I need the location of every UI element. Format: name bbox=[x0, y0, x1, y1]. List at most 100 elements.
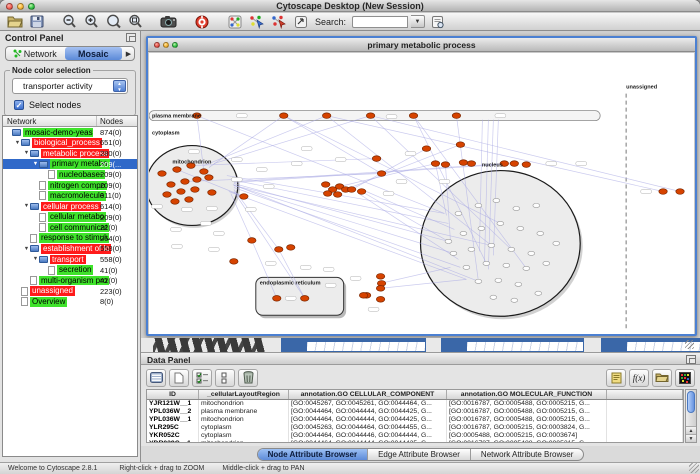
float-panel-icon[interactable] bbox=[686, 355, 696, 364]
network-edge[interactable] bbox=[284, 116, 501, 224]
network-node[interactable] bbox=[181, 179, 189, 185]
tree-item[interactable]: unassigned223(0) bbox=[3, 286, 137, 297]
tree-item[interactable]: ▼cellular process614(0) bbox=[3, 201, 137, 212]
tree-item[interactable]: Overview8(0) bbox=[3, 297, 137, 308]
network-node[interactable] bbox=[495, 278, 502, 282]
network-node[interactable] bbox=[460, 231, 467, 235]
network-node[interactable] bbox=[535, 291, 542, 295]
network-node[interactable] bbox=[468, 247, 475, 251]
network-node[interactable] bbox=[158, 171, 166, 177]
open-folder-icon[interactable] bbox=[5, 14, 24, 30]
network-node[interactable] bbox=[659, 189, 667, 195]
help-lifesaver-icon[interactable] bbox=[192, 14, 211, 30]
import-attributes-icon[interactable] bbox=[652, 369, 672, 387]
network-node[interactable] bbox=[321, 182, 329, 188]
tree-item[interactable]: ▼establishment of lo558(0) bbox=[3, 244, 137, 255]
network-node[interactable] bbox=[376, 274, 384, 280]
network-node[interactable] bbox=[455, 211, 462, 215]
network-node[interactable] bbox=[422, 146, 430, 152]
network-node[interactable] bbox=[173, 167, 181, 173]
tab-network-attribute-browser[interactable]: Network Attribute Browser bbox=[471, 449, 583, 460]
network-node[interactable] bbox=[553, 241, 560, 245]
table-row[interactable]: YDR039C__1mitochondrion[GO:0044464, GO:0… bbox=[147, 440, 683, 443]
network-node[interactable] bbox=[676, 189, 684, 195]
tree-item[interactable]: cell communicat22(0) bbox=[3, 222, 137, 233]
network-node[interactable] bbox=[177, 189, 185, 195]
network-node[interactable] bbox=[488, 243, 495, 247]
network-canvas-area[interactable]: plasma membranecytoplasmmitochondrionnuc… bbox=[149, 53, 694, 334]
network-node[interactable] bbox=[511, 298, 518, 302]
network-node[interactable] bbox=[456, 142, 464, 148]
table-scrollbar[interactable]: ▲ ▼ bbox=[685, 389, 697, 443]
search-input[interactable] bbox=[352, 16, 408, 28]
network-node[interactable] bbox=[171, 199, 179, 205]
network-node[interactable] bbox=[230, 259, 238, 265]
color-attribute-dropdown[interactable]: transporter activity ▲▼ bbox=[12, 78, 128, 94]
network-node[interactable] bbox=[510, 161, 518, 167]
tree-item[interactable]: ▼metabolic process280(0) bbox=[3, 148, 137, 159]
attribute-table[interactable]: ID_cellularLayoutRegionannotation.GO CEL… bbox=[146, 389, 684, 443]
network-edge[interactable] bbox=[204, 116, 327, 166]
network-node[interactable] bbox=[287, 245, 295, 251]
zoom-in-icon[interactable] bbox=[82, 14, 101, 30]
network-node[interactable] bbox=[240, 194, 248, 200]
window-resize-grip[interactable] bbox=[685, 340, 694, 349]
unselect-attributes-icon[interactable] bbox=[215, 369, 235, 387]
network-node[interactable] bbox=[490, 295, 497, 299]
network-node[interactable] bbox=[185, 197, 193, 203]
network-node[interactable] bbox=[191, 187, 199, 193]
delete-attribute-icon[interactable] bbox=[238, 369, 258, 387]
table-row[interactable]: YLR295Ccytoplasm[GO:0045263, GO:0044464,… bbox=[147, 424, 683, 432]
network-node[interactable] bbox=[493, 198, 500, 202]
network-node[interactable] bbox=[333, 192, 341, 198]
search-options-icon[interactable] bbox=[428, 14, 447, 30]
network-edge[interactable] bbox=[231, 194, 252, 241]
network-node[interactable] bbox=[478, 226, 485, 230]
tree-item[interactable]: nitrogen compo209(0) bbox=[3, 180, 137, 191]
network-canvas[interactable]: plasma membranecytoplasmmitochondrionnuc… bbox=[149, 53, 694, 334]
network-node[interactable] bbox=[515, 282, 522, 286]
more-tabs-arrow[interactable]: ▶ bbox=[123, 50, 134, 58]
new-attribute-icon[interactable] bbox=[169, 369, 189, 387]
network-node[interactable] bbox=[208, 190, 216, 196]
vizmapper-document-icon[interactable] bbox=[291, 14, 310, 30]
tree-item[interactable]: nucleobase-209(0) bbox=[3, 169, 137, 180]
float-panel-icon[interactable] bbox=[126, 33, 136, 42]
column-header[interactable]: annotation.GO MOLECULAR_FUNCTION bbox=[447, 390, 607, 399]
scroll-up-button[interactable]: ▲ bbox=[686, 426, 696, 434]
network-node[interactable] bbox=[517, 226, 524, 230]
network-blue-arrow-icon[interactable] bbox=[247, 14, 266, 30]
select-attributes-icon[interactable] bbox=[192, 369, 212, 387]
network-window-titlebar[interactable]: primary metabolic process bbox=[148, 38, 695, 52]
network-node[interactable] bbox=[163, 192, 171, 198]
network-node[interactable] bbox=[537, 231, 544, 235]
network-node[interactable] bbox=[528, 251, 535, 255]
network-node[interactable] bbox=[409, 113, 417, 119]
network-node[interactable] bbox=[503, 263, 510, 267]
network-node[interactable] bbox=[497, 221, 504, 225]
tree-item[interactable]: response to stimulu264(0) bbox=[3, 233, 137, 244]
network-overview-icon[interactable] bbox=[225, 14, 244, 30]
tree-item[interactable]: mosaic-demo-yeast874(0) bbox=[3, 127, 137, 138]
network-node[interactable] bbox=[459, 160, 467, 166]
network-node[interactable] bbox=[475, 279, 482, 283]
network-node[interactable] bbox=[463, 265, 470, 269]
table-row[interactable]: YKR052Ccytoplasm[GO:0044464, GO:0044446,… bbox=[147, 432, 683, 440]
search-dropdown-button[interactable]: ▼ bbox=[411, 15, 425, 28]
network-node[interactable] bbox=[357, 189, 365, 195]
tree-item[interactable]: cellular metabo209(0) bbox=[3, 212, 137, 223]
network-node[interactable] bbox=[359, 293, 367, 299]
zoom-fit-icon[interactable] bbox=[126, 14, 145, 30]
tab-network[interactable]: Network bbox=[6, 47, 64, 60]
table-row[interactable]: YPL036W__1mitochondrion[GO:0044464, GO:0… bbox=[147, 416, 683, 424]
network-node[interactable] bbox=[372, 156, 380, 162]
tab-node-attribute-browser[interactable]: Node Attribute Browser bbox=[258, 449, 369, 460]
table-row[interactable]: YPL036W__2plasma membrane[GO:0044464, GO… bbox=[147, 408, 683, 416]
table-row[interactable]: YJR121W__1mitochondrion[GO:0045267, GO:0… bbox=[147, 400, 683, 408]
matrix-view-icon[interactable] bbox=[675, 369, 695, 387]
network-node[interactable] bbox=[347, 187, 355, 193]
tab-mosaic[interactable]: Mosaic bbox=[65, 47, 123, 60]
zoom-out-icon[interactable] bbox=[60, 14, 79, 30]
network-node[interactable] bbox=[322, 113, 330, 119]
network-edge[interactable] bbox=[209, 116, 284, 168]
